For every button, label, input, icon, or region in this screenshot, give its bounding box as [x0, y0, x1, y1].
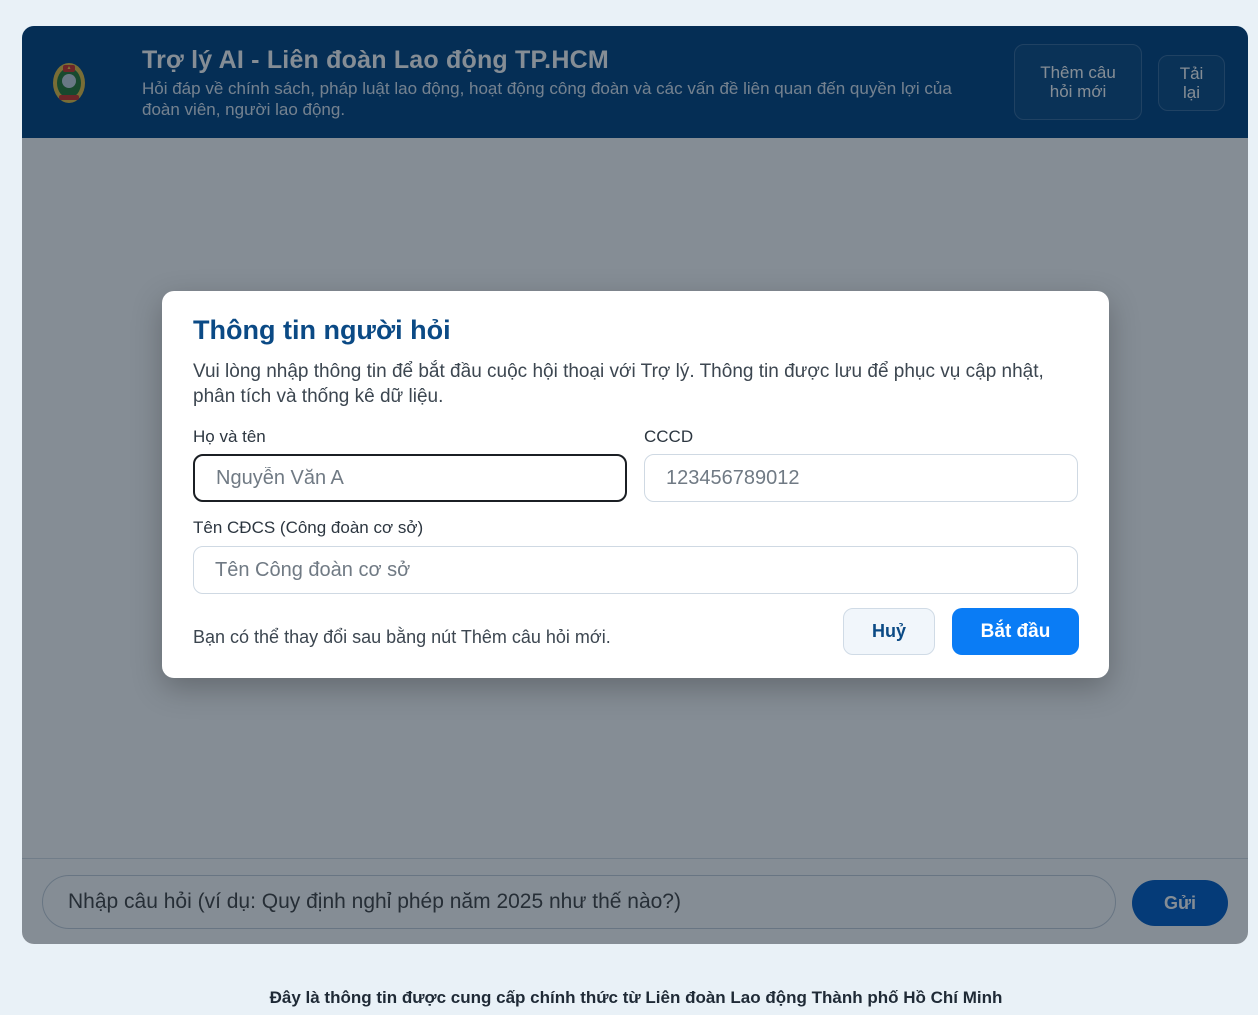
cancel-button[interactable]: Huỷ [843, 608, 935, 655]
footer-text: Đây là thông tin được cung cấp chính thứ… [269, 988, 1003, 1007]
modal-note: Bạn có thể thay đổi sau bằng nút Thêm câ… [193, 627, 611, 647]
start-button[interactable]: Bắt đầu [952, 608, 1079, 655]
union-name-input[interactable] [193, 546, 1078, 594]
id-card-label: CCCD [644, 427, 694, 446]
full-name-input[interactable] [193, 454, 627, 502]
name-label: Họ và tên [193, 427, 266, 446]
union-name-label: Tên CĐCS (Công đoàn cơ sở) [193, 518, 424, 537]
modal-description: Vui lòng nhập thông tin để bắt đầu cuộc … [193, 361, 1044, 407]
id-card-input[interactable] [644, 454, 1078, 502]
user-info-modal: Thông tin người hỏi Vui lòng nhập thông … [162, 291, 1109, 678]
modal-title: Thông tin người hỏi [193, 315, 451, 345]
page: Trợ lý AI - Liên đoàn Lao động TP.HCM Hỏ… [0, 0, 1258, 1015]
